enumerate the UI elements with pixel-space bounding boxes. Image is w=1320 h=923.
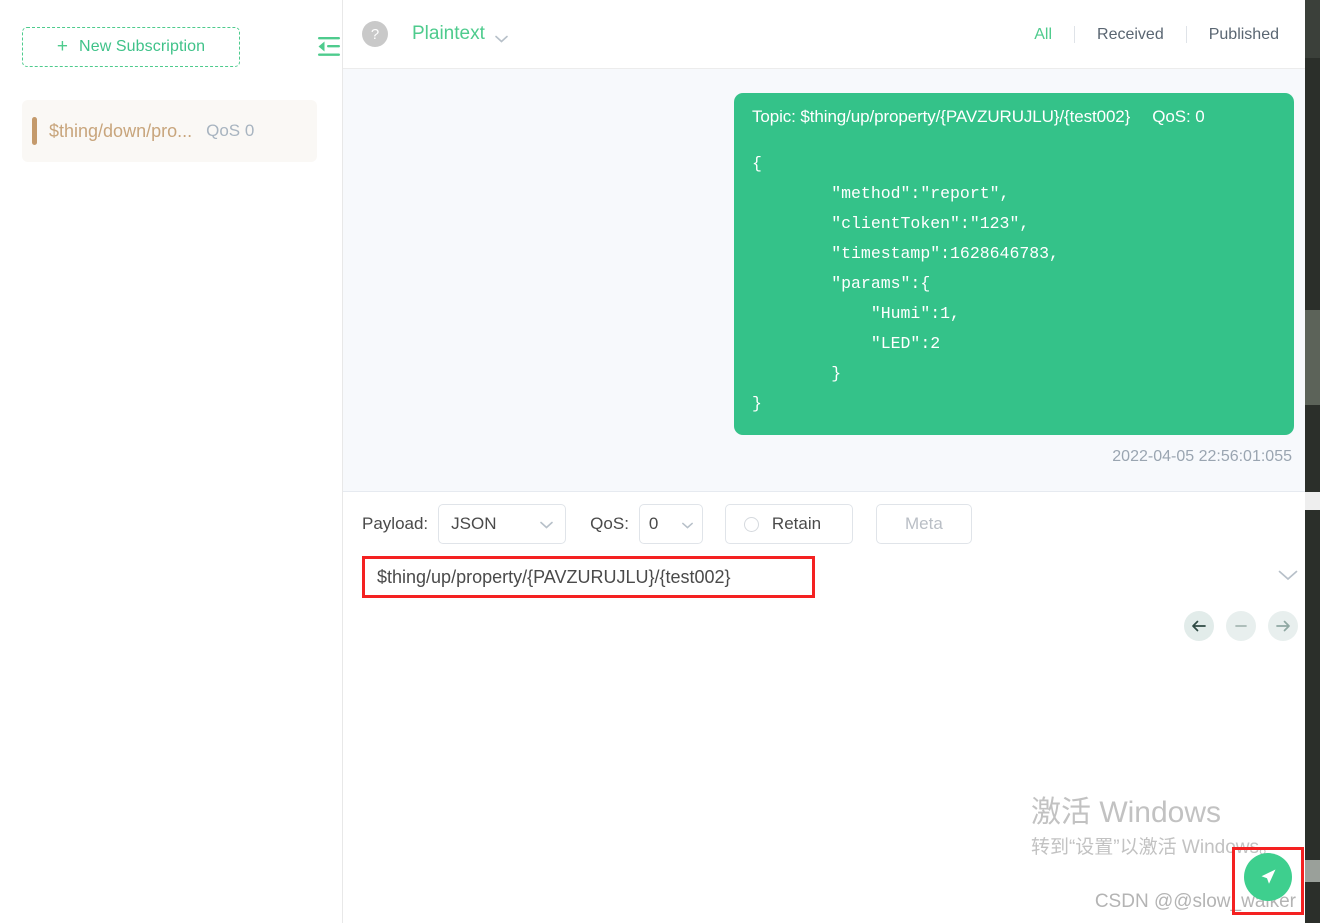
send-paper-plane-icon [1261, 869, 1276, 884]
list-item[interactable]: $thing/down/pro... QoS 0 [22, 100, 317, 162]
qos-select[interactable]: 0 [638, 504, 703, 544]
subscription-qos: QoS 0 [206, 121, 255, 140]
qos-label: QoS: [590, 514, 629, 533]
chevron-down-icon [682, 514, 693, 534]
qos-value: 0 [648, 514, 659, 533]
mqtt-client-window: + New Subscription $thing/down/pro... Qo… [0, 0, 1320, 923]
chevron-down-icon [540, 514, 553, 534]
radio-icon [743, 516, 759, 532]
main-panel: ? Plaintext All Received Published Topic… [343, 0, 1320, 923]
retain-label: Retain [771, 514, 822, 533]
payload-label: Payload: [362, 514, 429, 533]
minus-icon[interactable] [1226, 611, 1256, 641]
message-list[interactable]: Topic: $thing/up/property/{PAVZURUJLU}/{… [343, 69, 1320, 492]
topic-row: $thing/up/property/{PAVZURUJLU}/{test002… [343, 556, 1320, 603]
retain-toggle[interactable]: Retain [724, 504, 853, 544]
filter-all[interactable]: All [1012, 26, 1074, 44]
editor-nav-buttons [1184, 611, 1298, 641]
subscription-color-bar [32, 117, 37, 145]
message-topic: Topic: $thing/up/property/{PAVZURUJLU}/{… [752, 107, 1131, 126]
arrow-right-icon[interactable] [1268, 611, 1298, 641]
composer-options-row: Payload: JSON QoS: 0 Retain Meta [343, 492, 1320, 556]
message-composer: Payload: JSON QoS: 0 Retain Meta $thing/… [343, 492, 1320, 923]
send-button[interactable] [1244, 853, 1292, 901]
message-bubble-published[interactable]: Topic: $thing/up/property/{PAVZURUJLU}/{… [734, 93, 1294, 435]
payload-format-value: JSON [451, 514, 497, 533]
new-subscription-label: New Subscription [79, 38, 206, 55]
window-right-edge [1305, 0, 1320, 923]
message-timestamp: 2022-04-05 22:56:01:055 [1112, 448, 1292, 465]
payload-editor[interactable]: { "method":"report", "clientToken":"123"… [343, 603, 1320, 923]
topic-input[interactable]: $thing/up/property/{PAVZURUJLU}/{test002… [362, 556, 815, 598]
plus-icon: + [56, 35, 69, 57]
filter-received[interactable]: Received [1075, 26, 1186, 44]
new-subscription-button[interactable]: + New Subscription [22, 27, 240, 67]
arrow-left-icon[interactable] [1184, 611, 1214, 641]
message-qos: QoS: 0 [1152, 107, 1205, 126]
chevron-down-icon[interactable] [1278, 568, 1298, 586]
meta-button[interactable]: Meta [875, 504, 972, 544]
payload-format-select[interactable]: JSON [438, 504, 567, 544]
collapse-panel-icon[interactable] [316, 36, 342, 58]
filter-published[interactable]: Published [1187, 26, 1301, 44]
chevron-down-icon [495, 30, 508, 43]
subscription-topic: $thing/down/pro... [49, 120, 193, 141]
message-payload: { "method":"report", "clientToken":"123"… [752, 154, 1059, 413]
format-value: Plaintext [412, 23, 485, 44]
meta-label: Meta [905, 514, 943, 533]
toolbar: ? Plaintext All Received Published [343, 0, 1320, 69]
message-header: Topic: $thing/up/property/{PAVZURUJLU}/{… [752, 107, 1276, 127]
message-filter-group: All Received Published [1012, 0, 1301, 69]
help-icon[interactable]: ? [362, 21, 388, 47]
message-row: Topic: $thing/up/property/{PAVZURUJLU}/{… [369, 93, 1294, 435]
subscriptions-sidebar: + New Subscription $thing/down/pro... Qo… [0, 0, 343, 923]
format-dropdown[interactable]: Plaintext [412, 23, 508, 45]
